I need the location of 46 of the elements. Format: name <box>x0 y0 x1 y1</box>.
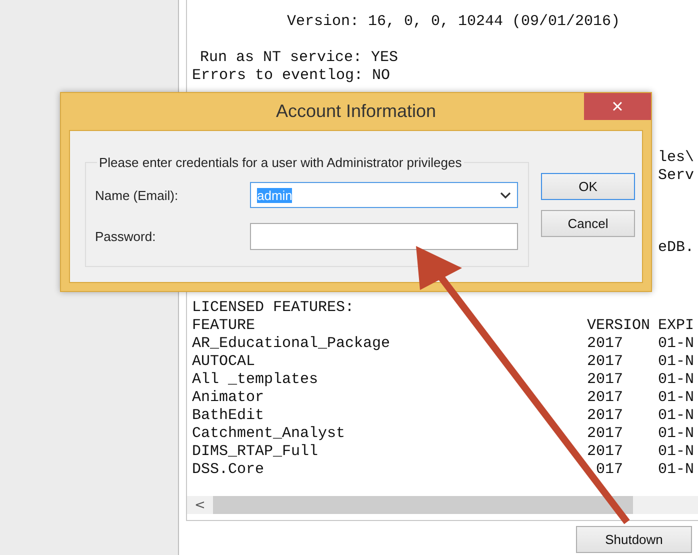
feature-name: All _templates <box>192 371 320 389</box>
feature-version: 2017 <box>587 425 623 443</box>
feature-version: 2017 <box>587 371 623 389</box>
shutdown-button[interactable]: Shutdown <box>576 526 692 553</box>
feature-version: 017 <box>594 461 623 479</box>
dialog-title: Account Information <box>276 101 436 122</box>
console-line: les\ <box>658 149 696 167</box>
group-label: Please enter credentials for a user with Administrator privileges <box>98 155 463 170</box>
feature-expiry: 01-N <box>658 425 696 443</box>
feature-name: AR_Educational_Package <box>192 335 392 353</box>
horizontal-scrollbar[interactable]: < <box>187 496 698 514</box>
field-label: Password: <box>95 229 157 244</box>
feature-version: 2017 <box>587 407 623 425</box>
column-header: FEATURE <box>192 317 256 335</box>
feature-version: 2017 <box>587 389 623 407</box>
feature-expiry: 01-N <box>658 407 696 425</box>
version-line: Version: 16, 0, 0, 10244 (09/01/2016) <box>286 13 620 31</box>
feature-name: Animator <box>192 389 266 407</box>
features-title: LICENSED FEATURES: <box>191 299 354 317</box>
feature-name: Catchment_Analyst <box>192 425 346 443</box>
console-line: Errors to eventlog: NO <box>191 67 390 85</box>
feature-expiry: 01-N <box>658 443 696 461</box>
dialog-button[interactable]: Cancel <box>541 210 635 237</box>
console-line: Serv <box>658 167 696 185</box>
close-button[interactable]: × <box>584 93 651 120</box>
feature-name: DIMS_RTAP_Full <box>192 443 320 461</box>
feature-name: AUTOCAL <box>192 353 256 371</box>
dialog-button[interactable]: OK <box>541 173 635 200</box>
console-line: eDB. <box>658 239 696 257</box>
feature-version: 2017 <box>587 353 623 371</box>
console-line: Run as NT service: YES <box>199 49 398 67</box>
scroll-thumb[interactable] <box>213 496 633 514</box>
feature-expiry: 01-N <box>658 353 696 371</box>
chevron-down-icon <box>500 192 511 198</box>
feature-name: BathEdit <box>192 407 266 425</box>
field-label: Name (Email): <box>95 188 180 202</box>
feature-name: DSS.Core <box>192 461 266 479</box>
feature-expiry: 01-N <box>658 389 696 407</box>
feature-expiry: 01-N <box>658 461 696 479</box>
column-header: EXPI <box>658 317 696 335</box>
feature-version: 2017 <box>587 335 623 353</box>
password-field[interactable] <box>250 223 518 250</box>
feature-version: 2017 <box>587 443 623 461</box>
feature-expiry: 01-N <box>658 371 696 389</box>
column-header: VERSION <box>587 317 652 335</box>
feature-expiry: 01-N <box>658 335 696 353</box>
